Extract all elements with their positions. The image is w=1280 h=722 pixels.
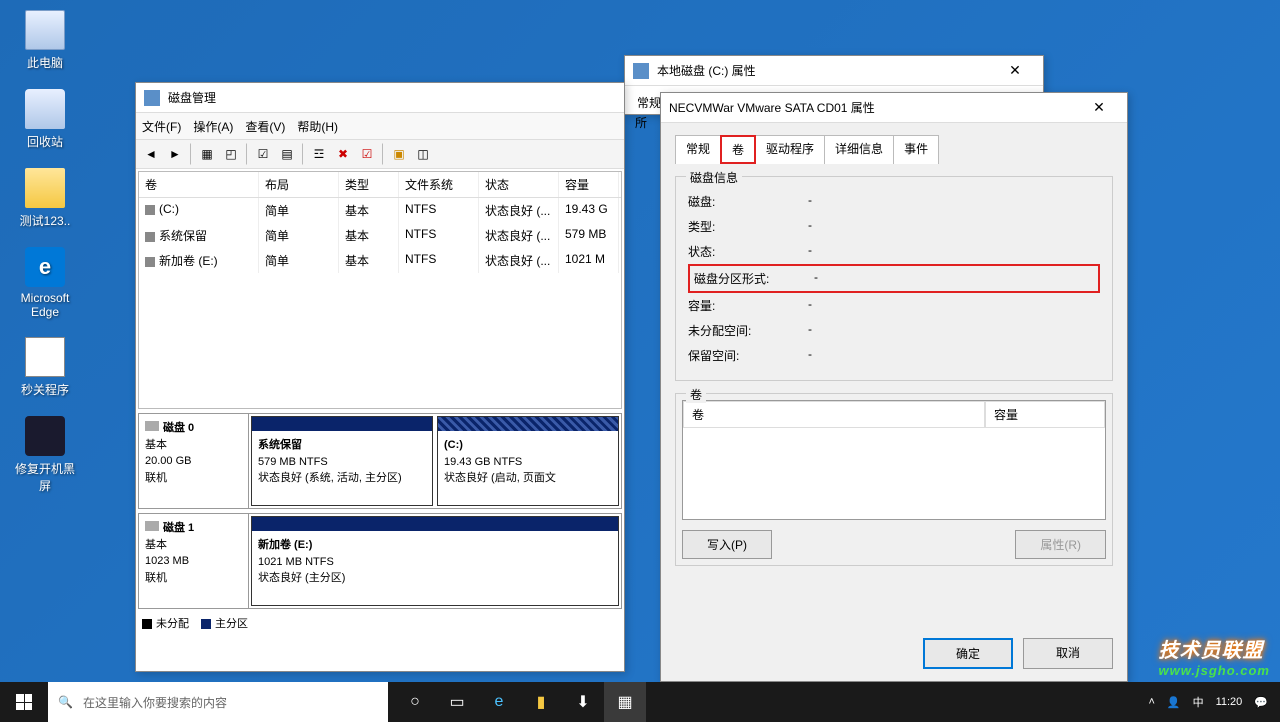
cortana-icon[interactable]: ○ xyxy=(394,682,436,722)
close-button[interactable]: ✕ xyxy=(1079,94,1119,122)
volume-listbox[interactable]: 卷容量 xyxy=(682,400,1106,520)
disk-info-group: 磁盘信息 磁盘:- 类型:- 状态:- 磁盘分区形式:- 容量:- 未分配空间:… xyxy=(675,176,1113,381)
explorer-icon[interactable]: ▮ xyxy=(520,682,562,722)
edge-icon[interactable]: e xyxy=(478,682,520,722)
diskmgmt-task-icon[interactable]: ▦ xyxy=(604,682,646,722)
desktop-icon-app2[interactable]: 修复开机黑屏 xyxy=(10,416,80,494)
close-button[interactable]: ✕ xyxy=(995,57,1035,85)
back-button[interactable]: ◄ xyxy=(140,143,162,165)
cancel-button[interactable]: 取消 xyxy=(1023,638,1113,669)
search-icon: 🔍 xyxy=(58,695,73,709)
volume-header: 卷布局类型文件系统状态容量 xyxy=(139,172,621,198)
menu-view[interactable]: 查看(V) xyxy=(245,118,285,135)
desktop-icon-edge[interactable]: eMicrosoft Edge xyxy=(10,247,80,319)
tb-btn[interactable]: ◰ xyxy=(220,143,242,165)
volume-row[interactable]: 新加卷 (E:)简单基本NTFS状态良好 (...1021 M xyxy=(139,248,621,273)
disk0[interactable]: 磁盘 0基本20.00 GB联机 系统保留579 MB NTFS状态良好 (系统… xyxy=(138,413,622,509)
tray-ime-icon[interactable]: 中 xyxy=(1193,694,1204,710)
window-nec-properties: NECVMWar VMware SATA CD01 属性 ✕ 常规 卷 驱动程序… xyxy=(660,92,1128,682)
tb-btn[interactable]: ☑ xyxy=(356,143,378,165)
menu-file[interactable]: 文件(F) xyxy=(142,118,181,135)
tab-driver[interactable]: 驱动程序 xyxy=(755,135,825,164)
menu-help[interactable]: 帮助(H) xyxy=(297,118,338,135)
tb-btn[interactable]: ▤ xyxy=(276,143,298,165)
tb-btn[interactable]: ✖ xyxy=(332,143,354,165)
watermark: 技术员联盟 www.jsgho.com xyxy=(1159,634,1270,678)
properties-button: 属性(R) xyxy=(1015,530,1106,559)
populate-button[interactable]: 写入(P) xyxy=(682,530,772,559)
start-button[interactable] xyxy=(0,682,48,722)
tray-up-icon[interactable]: ˄ xyxy=(1148,696,1154,708)
taskbar: 🔍 在这里输入你要搜索的内容 ○ ▭ e ▮ ⬇ ▦ ˄ 👤 中 11:20 💬 xyxy=(0,682,1280,722)
partition[interactable]: 系统保留579 MB NTFS状态良好 (系统, 活动, 主分区) xyxy=(251,416,433,506)
partition[interactable]: 新加卷 (E:)1021 MB NTFS状态良好 (主分区) xyxy=(251,516,619,606)
tb-btn[interactable]: ☲ xyxy=(308,143,330,165)
ok-button[interactable]: 确定 xyxy=(923,638,1013,669)
partition-style-row: 磁盘分区形式:- xyxy=(688,264,1100,293)
drive-icon xyxy=(633,63,649,79)
tb-btn[interactable]: ▣ xyxy=(388,143,410,165)
search-placeholder: 在这里输入你要搜索的内容 xyxy=(83,694,227,711)
volume-row[interactable]: 系统保留简单基本NTFS状态良好 (...579 MB xyxy=(139,223,621,248)
tray: ˄ 👤 中 11:20 💬 xyxy=(1142,694,1280,710)
store-icon[interactable]: ⬇ xyxy=(562,682,604,722)
tabs: 常规 卷 驱动程序 详细信息 事件 xyxy=(675,135,1113,164)
window-title: NECVMWar VMware SATA CD01 属性 xyxy=(669,99,1079,116)
window-disk-management: 磁盘管理 文件(F) 操作(A) 查看(V) 帮助(H) ◄ ► ▦ ◰ ☑ ▤… xyxy=(135,82,625,672)
window-title: 磁盘管理 xyxy=(168,89,616,106)
tb-btn[interactable]: ☑ xyxy=(252,143,274,165)
volume-list: 卷布局类型文件系统状态容量 (C:)简单基本NTFS状态良好 (...19.43… xyxy=(138,171,622,409)
menubar: 文件(F) 操作(A) 查看(V) 帮助(H) xyxy=(136,113,624,139)
tray-notify-icon[interactable]: 💬 xyxy=(1254,696,1268,709)
tab-volume[interactable]: 卷 xyxy=(720,135,756,164)
toolbar: ◄ ► ▦ ◰ ☑ ▤ ☲ ✖ ☑ ▣ ◫ xyxy=(136,139,624,169)
diskmgmt-icon xyxy=(144,90,160,106)
disk-graphical: 磁盘 0基本20.00 GB联机 系统保留579 MB NTFS状态良好 (系统… xyxy=(136,413,624,609)
disk1[interactable]: 磁盘 1基本1023 MB联机 新加卷 (E:)1021 MB NTFS状态良好… xyxy=(138,513,622,609)
taskview-icon[interactable]: ▭ xyxy=(436,682,478,722)
desktop-icon-folder[interactable]: 测试123.. xyxy=(10,168,80,229)
partition[interactable]: (C:)19.43 GB NTFS状态良好 (启动, 页面文 xyxy=(437,416,619,506)
tray-clock[interactable]: 11:20 xyxy=(1216,696,1243,708)
desktop-icon-pc[interactable]: 此电脑 xyxy=(10,10,80,71)
desktop-icon-app1[interactable]: 秒关程序 xyxy=(10,337,80,398)
tab-general[interactable]: 常规 xyxy=(675,135,721,164)
menu-action[interactable]: 操作(A) xyxy=(193,118,233,135)
desktop-icons: 此电脑 回收站 测试123.. eMicrosoft Edge 秒关程序 修复开… xyxy=(10,10,90,512)
window-title: 本地磁盘 (C:) 属性 xyxy=(657,62,995,79)
volume-row[interactable]: (C:)简单基本NTFS状态良好 (...19.43 G xyxy=(139,198,621,223)
tab-details[interactable]: 详细信息 xyxy=(824,135,894,164)
desktop-icon-recycle[interactable]: 回收站 xyxy=(10,89,80,150)
tb-btn[interactable]: ▦ xyxy=(196,143,218,165)
tray-people-icon[interactable]: 👤 xyxy=(1167,696,1181,709)
search-box[interactable]: 🔍 在这里输入你要搜索的内容 xyxy=(48,682,388,722)
fwd-button[interactable]: ► xyxy=(164,143,186,165)
tb-btn[interactable]: ◫ xyxy=(412,143,434,165)
legend: 未分配 主分区 xyxy=(136,609,624,637)
volumes-group: 卷 卷容量 写入(P) 属性(R) xyxy=(675,393,1113,566)
tab-general[interactable]: 常规 xyxy=(637,94,661,111)
tab-events[interactable]: 事件 xyxy=(893,135,939,164)
